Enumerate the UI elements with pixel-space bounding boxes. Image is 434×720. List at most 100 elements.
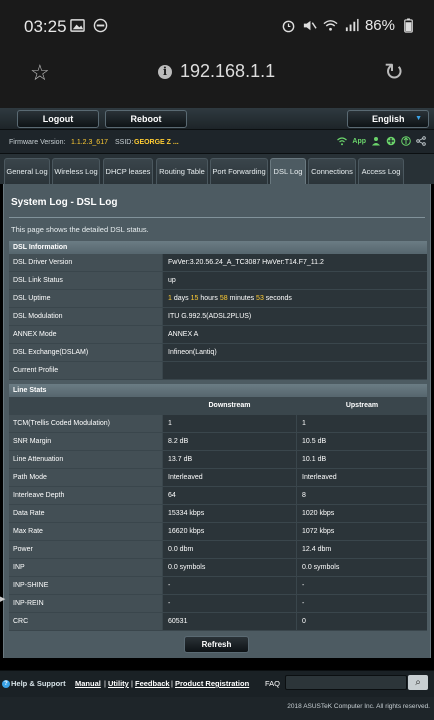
table-row: Max Rate 16620 kbps 1072 kbps: [9, 523, 427, 541]
upstream-value: 0: [296, 613, 427, 630]
downstream-value: -: [162, 595, 296, 612]
downstream-value: 13.7 dB: [162, 451, 296, 468]
row-label: Line Attenuation: [9, 451, 162, 468]
downstream-header: Downstream: [162, 397, 296, 414]
uptime-days-unit: days: [173, 295, 189, 302]
row-label: Data Rate: [9, 505, 162, 522]
downstream-value: 60531: [162, 613, 296, 630]
reboot-button[interactable]: Reboot: [105, 110, 187, 128]
row-label: DSL Modulation: [9, 308, 162, 325]
header-empty-cell: [9, 397, 162, 414]
footer-separator: |: [104, 679, 106, 688]
table-row: Path Mode Interleaved Interleaved: [9, 469, 427, 487]
row-label: DSL Link Status: [9, 272, 162, 289]
uptime-hours: 15: [190, 295, 199, 302]
downstream-value: 0.0 symbols: [162, 559, 296, 576]
row-label: Max Rate: [9, 523, 162, 540]
battery-icon: [404, 18, 413, 33]
wifi-status-icon[interactable]: [337, 136, 348, 146]
table-row: Data Rate 15334 kbps 1020 kbps: [9, 505, 427, 523]
row-label: INP-SHINE: [9, 577, 162, 594]
language-value: English: [372, 114, 405, 124]
network-status-icon[interactable]: [386, 136, 396, 146]
table-row: INP-SHINE - -: [9, 577, 427, 595]
dsl-information-heading: DSL Information: [9, 241, 427, 254]
page-description: This page shows the detailed DSL status.: [11, 225, 149, 234]
product-registration-link[interactable]: Product Registration: [175, 679, 249, 688]
table-row: Interleave Depth 64 8: [9, 487, 427, 505]
row-label: Interleave Depth: [9, 487, 162, 504]
upstream-value: -: [296, 577, 427, 594]
tab-dsl-log[interactable]: DSL Log: [270, 158, 306, 184]
main-panel: System Log - DSL Log This page shows the…: [3, 184, 431, 658]
url-text[interactable]: 192.168.1.1: [180, 61, 275, 82]
ssid-value[interactable]: GEORGE Z ...: [134, 139, 179, 146]
table-row: DSL Driver Version FwVer:3.20.56.24_A_TC…: [9, 254, 427, 272]
row-label: Current Profile: [9, 362, 162, 379]
row-label: DSL Exchange(DSLAM): [9, 344, 162, 361]
downstream-value: -: [162, 577, 296, 594]
status-time: 03:25: [24, 17, 67, 36]
upstream-value: 1020 kbps: [296, 505, 427, 522]
upstream-value: 1072 kbps: [296, 523, 427, 540]
table-row: DSL Modulation ITU G.992.5(ADSL2PLUS): [9, 308, 427, 326]
address-bar[interactable]: i 192.168.1.1: [158, 61, 275, 82]
row-label: CRC: [9, 613, 162, 630]
log-tabs: General Log Wireless Log DHCP leases Rou…: [0, 154, 434, 184]
dsl-uptime-value: 1 days 15 hours 58 minutes 53 seconds: [162, 290, 427, 307]
downstream-value: 1: [162, 415, 296, 432]
row-value: [162, 362, 427, 379]
row-value: Infineon(Lantiq): [162, 344, 427, 361]
downstream-value: Interleaved: [162, 469, 296, 486]
battery-percent: 86%: [364, 17, 395, 34]
row-label: DSL Uptime: [9, 290, 162, 307]
table-row: SNR Margin 8.2 dB 10.5 dB: [9, 433, 427, 451]
bookmark-star-icon[interactable]: ☆: [30, 60, 50, 86]
firmware-version-link[interactable]: 1.1.2.3_617: [71, 139, 108, 146]
faq-search-input[interactable]: [285, 675, 407, 690]
footer-bar: ? Help & Support Manual | Utility | Feed…: [0, 670, 434, 697]
language-select[interactable]: English ▼: [347, 110, 429, 128]
reload-icon[interactable]: ↻: [384, 58, 404, 87]
refresh-button[interactable]: Refresh: [184, 636, 249, 653]
side-collapse-arrow-icon[interactable]: ▶: [0, 595, 5, 603]
share-icon[interactable]: [416, 136, 426, 146]
upstream-value: 1: [296, 415, 427, 432]
status-icons: App: [337, 136, 426, 146]
upstream-value: 8: [296, 487, 427, 504]
row-label: TCM(Trellis Coded Modulation): [9, 415, 162, 432]
row-value: ANNEX A: [162, 326, 427, 343]
search-icon[interactable]: ⌕: [408, 675, 428, 690]
table-row: TCM(Trellis Coded Modulation) 1 1: [9, 415, 427, 433]
tab-port-forwarding[interactable]: Port Forwarding: [210, 158, 268, 184]
feedback-link[interactable]: Feedback: [135, 679, 170, 688]
faq-label: FAQ: [265, 679, 281, 688]
user-icon[interactable]: [371, 136, 381, 146]
upstream-value: 10.5 dB: [296, 433, 427, 450]
tab-routing-table[interactable]: Routing Table: [156, 158, 208, 184]
info-icon[interactable]: i: [158, 64, 172, 79]
tab-dhcp-leases[interactable]: DHCP leases: [103, 158, 153, 184]
gallery-icon: [70, 19, 85, 32]
row-label: SNR Margin: [9, 433, 162, 450]
downstream-value: 0.0 dbm: [162, 541, 296, 558]
uptime-minutes-unit: minutes: [229, 295, 255, 302]
upstream-value: 0.0 symbols: [296, 559, 427, 576]
usb-icon[interactable]: [401, 136, 411, 146]
upstream-value: -: [296, 595, 427, 612]
tab-access-log[interactable]: Access Log: [358, 158, 404, 184]
utility-link[interactable]: Utility: [108, 679, 129, 688]
table-row: CRC 60531 0: [9, 613, 427, 631]
app-link[interactable]: App: [352, 138, 366, 145]
upstream-value: 10.1 dB: [296, 451, 427, 468]
tab-connections[interactable]: Connections: [308, 158, 356, 184]
tab-wireless-log[interactable]: Wireless Log: [52, 158, 100, 184]
tab-general-log[interactable]: General Log: [4, 158, 50, 184]
manual-link[interactable]: Manual: [75, 679, 101, 688]
logout-button[interactable]: Logout: [17, 110, 99, 128]
table-row: ANNEX Mode ANNEX A: [9, 326, 427, 344]
table-row: DSL Uptime 1 days 15 hours 58 minutes 53…: [9, 290, 427, 308]
help-support-label: Help & Support: [11, 679, 66, 688]
uptime-seconds-unit: seconds: [265, 295, 292, 302]
footer-separator: |: [131, 679, 133, 688]
